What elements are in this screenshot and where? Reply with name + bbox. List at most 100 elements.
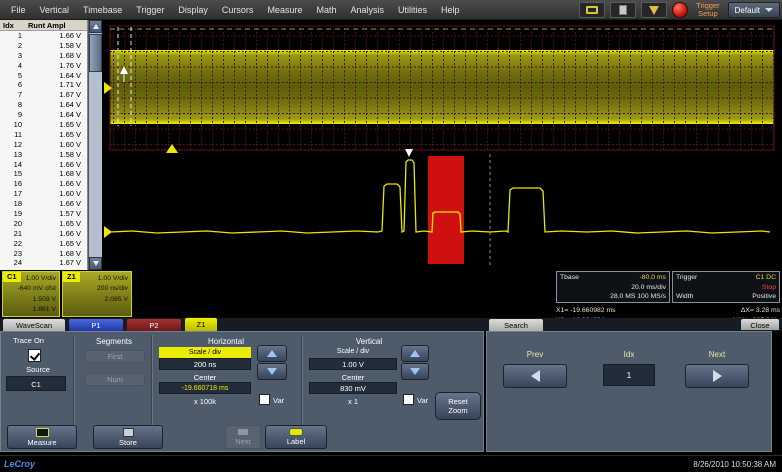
trigger-setup-button[interactable]: Trigger Setup [693,2,722,18]
down-arrow-icon [267,368,277,375]
table-row[interactable]: 22 1.65 V [0,239,87,249]
next-label: Next [708,350,726,359]
table-row[interactable]: 14 1.66 V [0,160,87,170]
source-value-button[interactable]: C1 [6,376,66,391]
default-dropdown[interactable]: Default [727,2,780,18]
menu-item[interactable]: Cursors [215,0,261,20]
table-row[interactable]: 23 1.68 V [0,249,87,259]
menu-item[interactable]: File [4,0,33,20]
table-row[interactable]: 19 1.57 V [0,209,87,219]
next-button[interactable] [685,364,749,388]
capture-button[interactable] [641,2,668,18]
horizontal-mult-label: x 100k [193,397,217,406]
table-row[interactable]: 10 1.65 V [0,120,87,130]
menu-item[interactable]: Help [434,0,467,20]
menu-item[interactable]: Trigger [129,0,171,20]
trace-on-checkbox[interactable] [28,349,41,362]
timebase-descriptor[interactable]: Tbase -80.0 ms 20.0 ms/div 28.0 MS 100 M… [556,271,670,303]
tab-p2[interactable]: P2 [126,318,182,331]
table-row[interactable]: 2 1.58 V [0,41,87,51]
hardcopy-button[interactable] [610,2,637,18]
row-value: 1.68 V [59,248,81,258]
c1-descriptor[interactable]: C1 1.00 V/div -640 mV ofst 1.509 V 1.861 V [2,271,60,317]
menu-item[interactable]: Vertical [33,0,77,20]
table-row[interactable]: 3 1.68 V [0,51,87,61]
tab-p1[interactable]: P1 [68,318,124,331]
table-row[interactable]: 7 1.67 V [0,90,87,100]
menu-item[interactable]: Timebase [76,0,129,20]
row-value: 1.68 V [59,169,81,179]
row-value: 1.76 V [59,60,81,70]
table-row[interactable]: 16 1.66 V [0,179,87,189]
table-row[interactable]: 1 1.66 V [0,31,87,41]
label-button-label: Label [286,437,306,446]
menu-item[interactable]: Math [309,0,343,20]
vertical-scale-value[interactable]: 1.00 V [309,358,397,370]
menu-item[interactable]: Utilities [391,0,434,20]
prev-button[interactable] [503,364,567,388]
source-label: Source [26,365,50,374]
vertical-scale-down-button[interactable] [401,363,429,380]
table-row[interactable]: 24 1.67 V [0,258,87,268]
trigger-mode: Stop [762,283,776,291]
horizontal-var-label: Var [273,396,285,405]
close-button[interactable]: Close [740,318,780,331]
row-value: 1.66 V [59,159,81,169]
reset-zoom-button[interactable]: Reset Zoom [435,392,481,420]
scroll-up-button[interactable] [89,20,102,33]
tab-wavescan[interactable]: WaveScan [2,318,66,331]
scroll-down-button[interactable] [89,257,102,270]
row-value: 1.65 V [59,238,81,248]
table-row[interactable]: 6 1.71 V [0,80,87,90]
row-idx: 8 [17,100,22,110]
idx-field[interactable]: 1 [603,364,655,386]
vertical-var-checkbox[interactable] [403,394,414,405]
table-scrollbar[interactable] [88,20,102,270]
tab-search[interactable]: Search [488,318,544,331]
table-row[interactable]: 11 1.65 V [0,130,87,140]
menu-item[interactable]: Display [171,0,215,20]
segments-first-button[interactable]: First [85,350,145,363]
table-row[interactable]: 4 1.76 V [0,61,87,71]
table-row[interactable]: 17 1.60 V [0,189,87,199]
table-row[interactable]: 20 1.65 V [0,219,87,229]
vertical-center-value[interactable]: 830 mV [309,382,397,394]
row-value: 1.66 V [59,31,81,40]
row-idx: 4 [17,60,22,70]
trigger-slope: Positive [752,293,776,301]
menu-item[interactable]: Measure [260,0,309,20]
table-row[interactable]: 18 1.66 V [0,199,87,209]
column-header-idx[interactable]: Idx [0,20,26,30]
store-button[interactable]: Store [93,425,163,449]
z1-descriptor[interactable]: Z1 1.00 V/div 200 ns/div 2.085 V [62,271,132,317]
trigger-descriptor[interactable]: Trigger C1 DC Stop Width Positive [672,271,780,303]
table-row[interactable]: 8 1.64 V [0,100,87,110]
column-header-runt-ampl[interactable]: Runt Ampl [26,20,87,30]
tab-z1[interactable]: Z1 [184,317,218,331]
table-row[interactable]: 15 1.68 V [0,169,87,179]
next-event-button[interactable]: Next [225,425,261,449]
scrollbar-thumb[interactable] [89,34,102,72]
label-button[interactable]: Label [265,425,327,449]
horizontal-center-label: Center [193,373,217,382]
table-row[interactable]: 13 1.58 V [0,150,87,160]
horizontal-scale-up-button[interactable] [257,345,287,362]
table-row[interactable]: 21 1.66 V [0,229,87,239]
segments-num-button[interactable]: Num [85,373,145,386]
stop-button[interactable] [672,2,689,18]
touchscreen-button[interactable] [579,2,606,18]
zoom-dialog: Trace On Source C1 Segments First Num Ho… [0,331,484,452]
table-row[interactable]: 9 1.64 V [0,110,87,120]
horizontal-var-checkbox[interactable] [259,394,270,405]
horizontal-scale-down-button[interactable] [257,363,287,380]
measure-button[interactable]: Measure [7,425,77,449]
menu-item[interactable]: Analysis [343,0,391,20]
horizontal-scale-value[interactable]: 200 ns [159,358,251,370]
trigger-label: Trigger [676,274,698,281]
measure-grid [110,26,774,150]
vertical-scale-up-button[interactable] [401,345,429,362]
row-idx: 17 [13,189,22,199]
horizontal-center-value[interactable]: -19.660718 ms [159,382,251,394]
table-row[interactable]: 12 1.60 V [0,140,87,150]
table-row[interactable]: 5 1.64 V [0,71,87,81]
